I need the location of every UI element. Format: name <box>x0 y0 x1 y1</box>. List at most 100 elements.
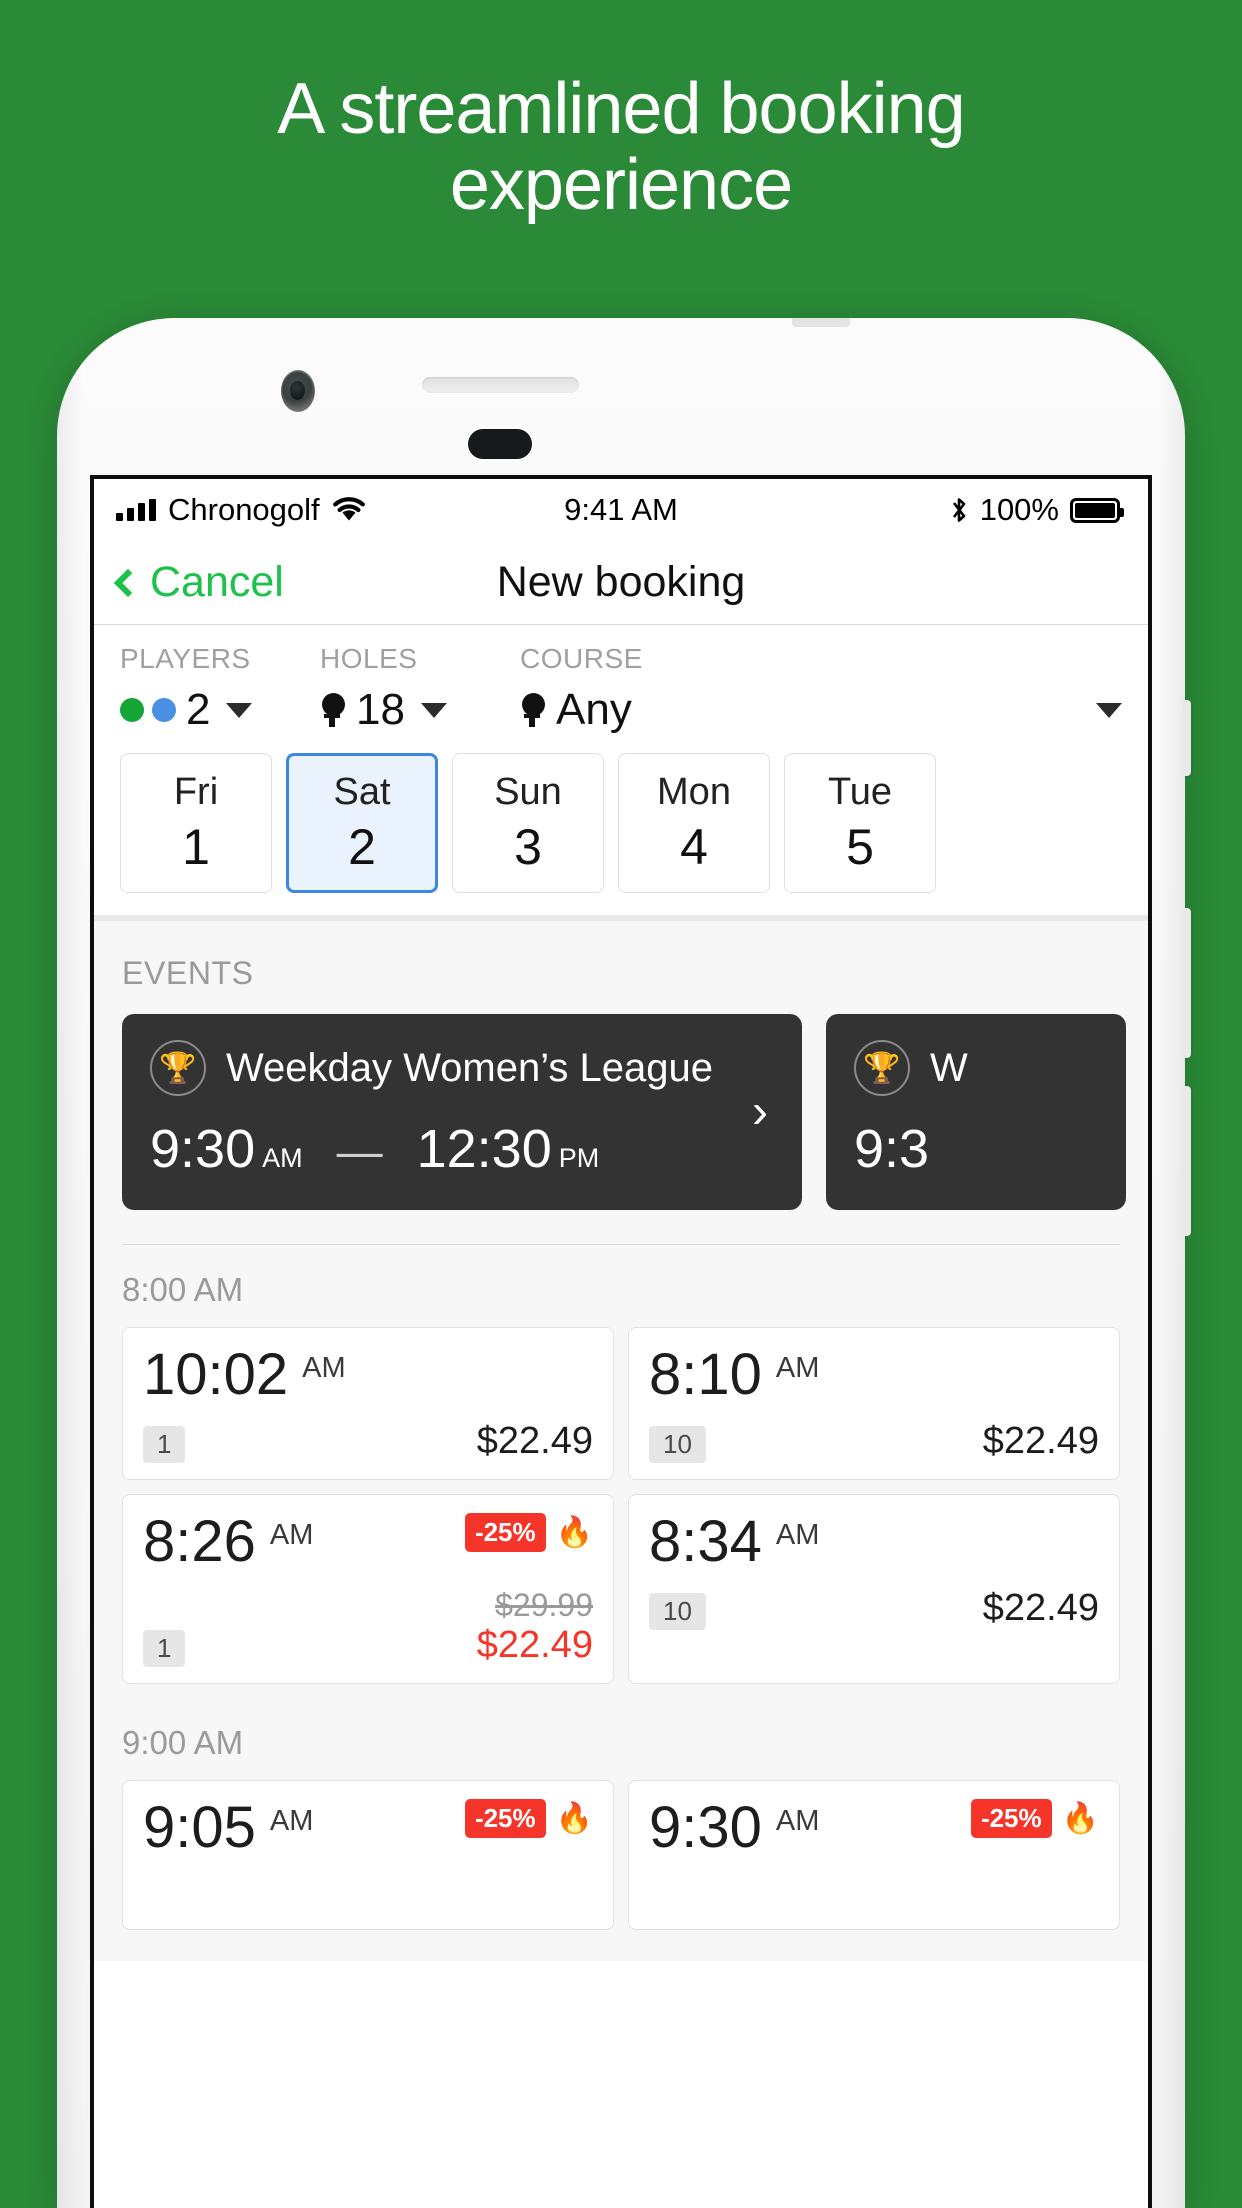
date-cell-day: 4 <box>680 818 708 875</box>
tee-time-price: $22.49 <box>476 1420 593 1462</box>
date-cell[interactable]: Mon 4 <box>618 753 770 893</box>
volume-down-button[interactable] <box>1183 1086 1191 1236</box>
tee-time-card-discounted[interactable]: 9:05 AM -25% 🔥 <box>122 1780 614 1930</box>
date-cell[interactable]: Fri 1 <box>120 753 272 893</box>
events-carousel[interactable]: 🏆 Weekday Women’s League 9:30 AM — 12:30… <box>94 1014 1148 1210</box>
tee-time-card-top: 10:02 AM <box>143 1346 593 1404</box>
status-bar: Chronogolf 9:41 AM 100% <box>94 479 1148 541</box>
tee-time-card-discounted[interactable]: 9:30 AM -25% 🔥 <box>628 1780 1120 1930</box>
flame-icon: 🔥 <box>1061 1802 1099 1835</box>
tee-time-value: 8:26 <box>143 1509 256 1574</box>
tee-time-value: 9:30 <box>649 1795 762 1860</box>
tee-time-card-bottom: 1 $29.99 $22.49 <box>143 1587 593 1667</box>
tee-time-ampm: AM <box>269 1519 314 1551</box>
tee-time-row: 10:02 AM 1 $22.49 8:10 AM 10 $22.49 <box>94 1327 1148 1494</box>
tee-time-row: 9:05 AM -25% 🔥 9:30 AM -25% 🔥 <box>94 1780 1148 1944</box>
date-cell-dow: Sun <box>494 770 562 813</box>
flame-icon: 🔥 <box>555 1516 593 1549</box>
holes-filter-value: 18 <box>356 685 405 734</box>
course-filter[interactable]: COURSE Any <box>520 643 1122 735</box>
filter-bar: PLAYERS 2 HOLES 18 COURSE Any <box>94 625 1148 745</box>
volume-up-button[interactable] <box>1183 908 1191 1058</box>
tee-time-card[interactable]: 8:34 AM 10 $22.49 <box>628 1494 1120 1684</box>
players-filter[interactable]: PLAYERS 2 <box>120 643 320 735</box>
booking-content: EVENTS 🏆 Weekday Women’s League 9:30 AM … <box>94 921 1148 1961</box>
date-cell-dow: Tue <box>827 770 893 813</box>
discount-badge: -25% <box>464 1799 546 1838</box>
tee-time-badges: -25% 🔥 <box>464 1513 593 1552</box>
trophy-icon: 🏆 <box>150 1040 206 1096</box>
event-card[interactable]: 🏆 Weekday Women’s League 9:30 AM — 12:30… <box>122 1014 802 1210</box>
tee-time-prices: $29.99 $22.49 <box>477 1587 593 1667</box>
tee-time-card-top: 8:34 AM <box>649 1513 1099 1571</box>
wifi-icon <box>332 497 365 521</box>
trophy-icon: 🏆 <box>854 1040 910 1096</box>
tee-time-ampm: AM <box>302 1352 346 1384</box>
discount-badge: -25% <box>464 1513 546 1552</box>
date-cell-selected[interactable]: Sat 2 <box>286 753 438 893</box>
battery-full-icon <box>1070 497 1124 523</box>
event-start-time: 9:30 <box>150 1119 256 1179</box>
tee-time-discounted-price: $22.49 <box>476 1624 593 1666</box>
tee-time-value: 10:02 <box>143 1342 289 1407</box>
event-card[interactable]: 🏆 W 9:3 <box>826 1014 1126 1210</box>
tee-time-prices: $22.49 <box>477 1420 593 1463</box>
date-cell[interactable]: Sun 3 <box>452 753 604 893</box>
course-filter-label: COURSE <box>520 643 643 674</box>
holes-chip: 1 <box>143 1426 186 1463</box>
players-filter-value-row: 2 <box>120 685 320 735</box>
phone-screen: Chronogolf 9:41 AM 100% Cancel New booki… <box>90 475 1152 2208</box>
tee-time-group-label: 8:00 AM <box>122 1271 244 1308</box>
tee-time-card-discounted[interactable]: 8:26 AM -25% 🔥 1 $29.99 $22.49 <box>122 1494 614 1684</box>
chevron-left-icon <box>113 568 143 597</box>
page-headline: A streamlined booking experience <box>277 69 965 225</box>
tee-time-original-price: $29.99 <box>495 1587 593 1623</box>
earpiece-speaker <box>422 377 579 393</box>
date-cell-day: 2 <box>348 818 376 875</box>
tee-time-ampm: AM <box>775 1805 820 1837</box>
date-selector[interactable]: Fri 1 Sat 2 Sun 3 Mon 4 Tue 5 <box>94 745 1148 915</box>
tee-time-ampm: AM <box>775 1352 820 1384</box>
tee-time-ampm: AM <box>775 1519 820 1551</box>
player-dot-blue-icon <box>152 698 176 722</box>
tee-time-card-top: 8:26 AM -25% 🔥 <box>143 1513 593 1571</box>
tee-time-card-top: 9:30 AM -25% 🔥 <box>649 1799 1099 1857</box>
tee-time-card-bottom: 1 $22.49 <box>143 1420 593 1463</box>
tee-time-card[interactable]: 8:10 AM 10 $22.49 <box>628 1327 1120 1480</box>
date-cell-dow: Sat <box>333 770 391 813</box>
players-filter-label: PLAYERS <box>120 643 251 674</box>
proximity-sensor <box>468 429 532 459</box>
tee-time-group-label: 9:00 AM <box>122 1724 244 1761</box>
holes-filter-value-row: 18 <box>320 685 520 735</box>
tee-time-card[interactable]: 10:02 AM 1 $22.49 <box>122 1327 614 1480</box>
cancel-button[interactable]: Cancel <box>113 558 284 607</box>
chevron-down-icon <box>226 702 253 718</box>
holes-chip: 10 <box>649 1593 706 1630</box>
holes-filter[interactable]: HOLES 18 <box>320 643 520 735</box>
status-bar-right: 100% <box>949 492 1124 528</box>
holes-chip: 10 <box>649 1426 706 1463</box>
event-card-time-range: 9:3 <box>854 1118 1098 1180</box>
date-cell[interactable]: Tue 5 <box>784 753 936 893</box>
chevron-down-icon <box>420 702 447 718</box>
event-end-ampm: PM <box>558 1143 600 1173</box>
tee-time-card-bottom: 10 $22.49 <box>649 1420 1099 1463</box>
flame-icon: 🔥 <box>555 1802 593 1835</box>
date-cell-dow: Fri <box>173 770 219 813</box>
mute-switch-button[interactable] <box>1183 700 1191 776</box>
date-cell-day: 3 <box>514 818 542 875</box>
events-section-label: EVENTS <box>122 955 254 991</box>
chevron-right-icon[interactable]: › <box>752 1085 768 1140</box>
tee-time-value: 9:05 <box>143 1795 256 1860</box>
tee-time-value: 8:34 <box>649 1509 762 1574</box>
tee-time-price: $22.49 <box>982 1587 1099 1629</box>
date-cell-day: 1 <box>182 818 210 875</box>
course-filter-value-row: Any <box>520 685 1122 735</box>
tee-time-card-top: 9:05 AM -25% 🔥 <box>143 1799 593 1857</box>
discount-badge: -25% <box>970 1799 1052 1838</box>
chevron-down-icon <box>1096 702 1122 718</box>
event-card-header: 🏆 W <box>854 1040 1098 1096</box>
tee-time-value: 8:10 <box>649 1342 762 1407</box>
date-cell-day: 5 <box>846 818 874 875</box>
event-card-time-range: 9:30 AM — 12:30 PM <box>150 1118 774 1180</box>
